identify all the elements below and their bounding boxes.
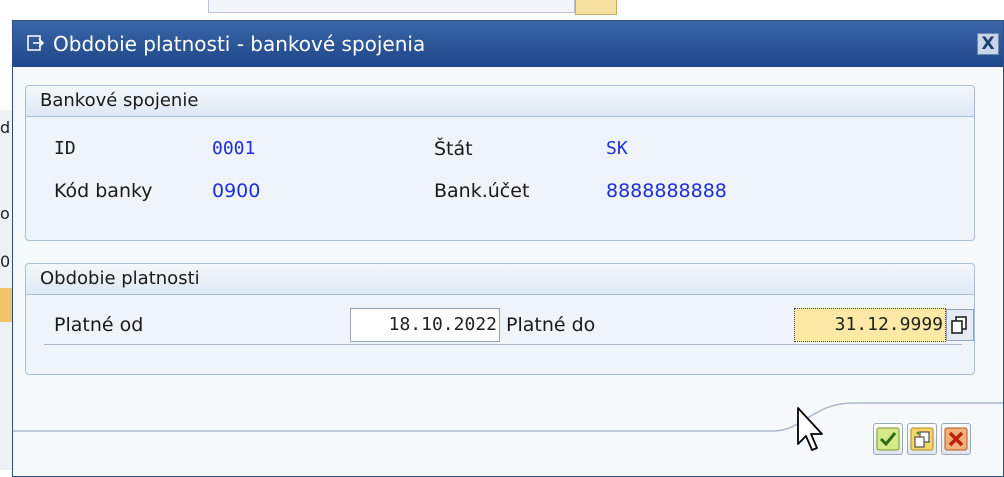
- close-icon: X: [981, 34, 995, 54]
- validity-dialog: Obdobie platnosti - bankové spojenia X B…: [12, 20, 1004, 477]
- bank-code-label: Kód banky: [54, 180, 153, 202]
- mouse-cursor-icon: [797, 407, 823, 451]
- check-icon: [876, 427, 900, 451]
- footer-separator: [13, 402, 1003, 432]
- background-fragment: o: [0, 204, 10, 223]
- account-value[interactable]: 8888888888: [606, 180, 727, 202]
- background-button: [575, 0, 617, 15]
- valid-to-input[interactable]: 31.12.9999: [794, 308, 946, 342]
- background-selected-row: [0, 288, 12, 322]
- background-fragment: 0: [0, 252, 11, 271]
- row-underline: [44, 344, 524, 345]
- dialog-window-icon: [27, 35, 45, 51]
- account-label: Bank.účet: [434, 180, 530, 202]
- copy-button[interactable]: [907, 423, 937, 455]
- validity-period-group-title: Obdobie platnosti: [26, 264, 974, 295]
- close-button[interactable]: X: [977, 33, 999, 55]
- valid-to-label: Platné do: [506, 314, 596, 336]
- cancel-button[interactable]: [941, 423, 971, 455]
- confirm-button[interactable]: [873, 423, 903, 455]
- bank-connection-group: Bankové spojenie ID 0001 Štát SK Kód ban…: [25, 85, 975, 241]
- row-underline: [508, 344, 962, 345]
- value-help-button[interactable]: [946, 309, 974, 341]
- id-label: ID: [54, 138, 76, 159]
- id-value[interactable]: 0001: [212, 138, 255, 159]
- copy-field-icon: [951, 316, 967, 334]
- bank-connection-group-title: Bankové spojenie: [26, 86, 974, 117]
- valid-from-label: Platné od: [54, 314, 144, 336]
- dialog-titlebar: Obdobie platnosti - bankové spojenia X: [13, 21, 1003, 67]
- valid-from-input[interactable]: 18.10.2022: [350, 308, 500, 342]
- background-fragment: d: [0, 118, 11, 137]
- country-value[interactable]: SK: [606, 138, 628, 159]
- background-input-field: [208, 0, 575, 13]
- country-label: Štát: [434, 138, 473, 160]
- bank-code-value[interactable]: 0900: [212, 180, 260, 202]
- validity-period-group: Obdobie platnosti Platné od 18.10.2022 P…: [25, 263, 975, 375]
- cancel-x-icon: [944, 427, 968, 451]
- background-left-panel: d o 0: [0, 110, 12, 470]
- dialog-title: Obdobie platnosti - bankové spojenia: [53, 32, 426, 56]
- copy-icon: [910, 427, 934, 451]
